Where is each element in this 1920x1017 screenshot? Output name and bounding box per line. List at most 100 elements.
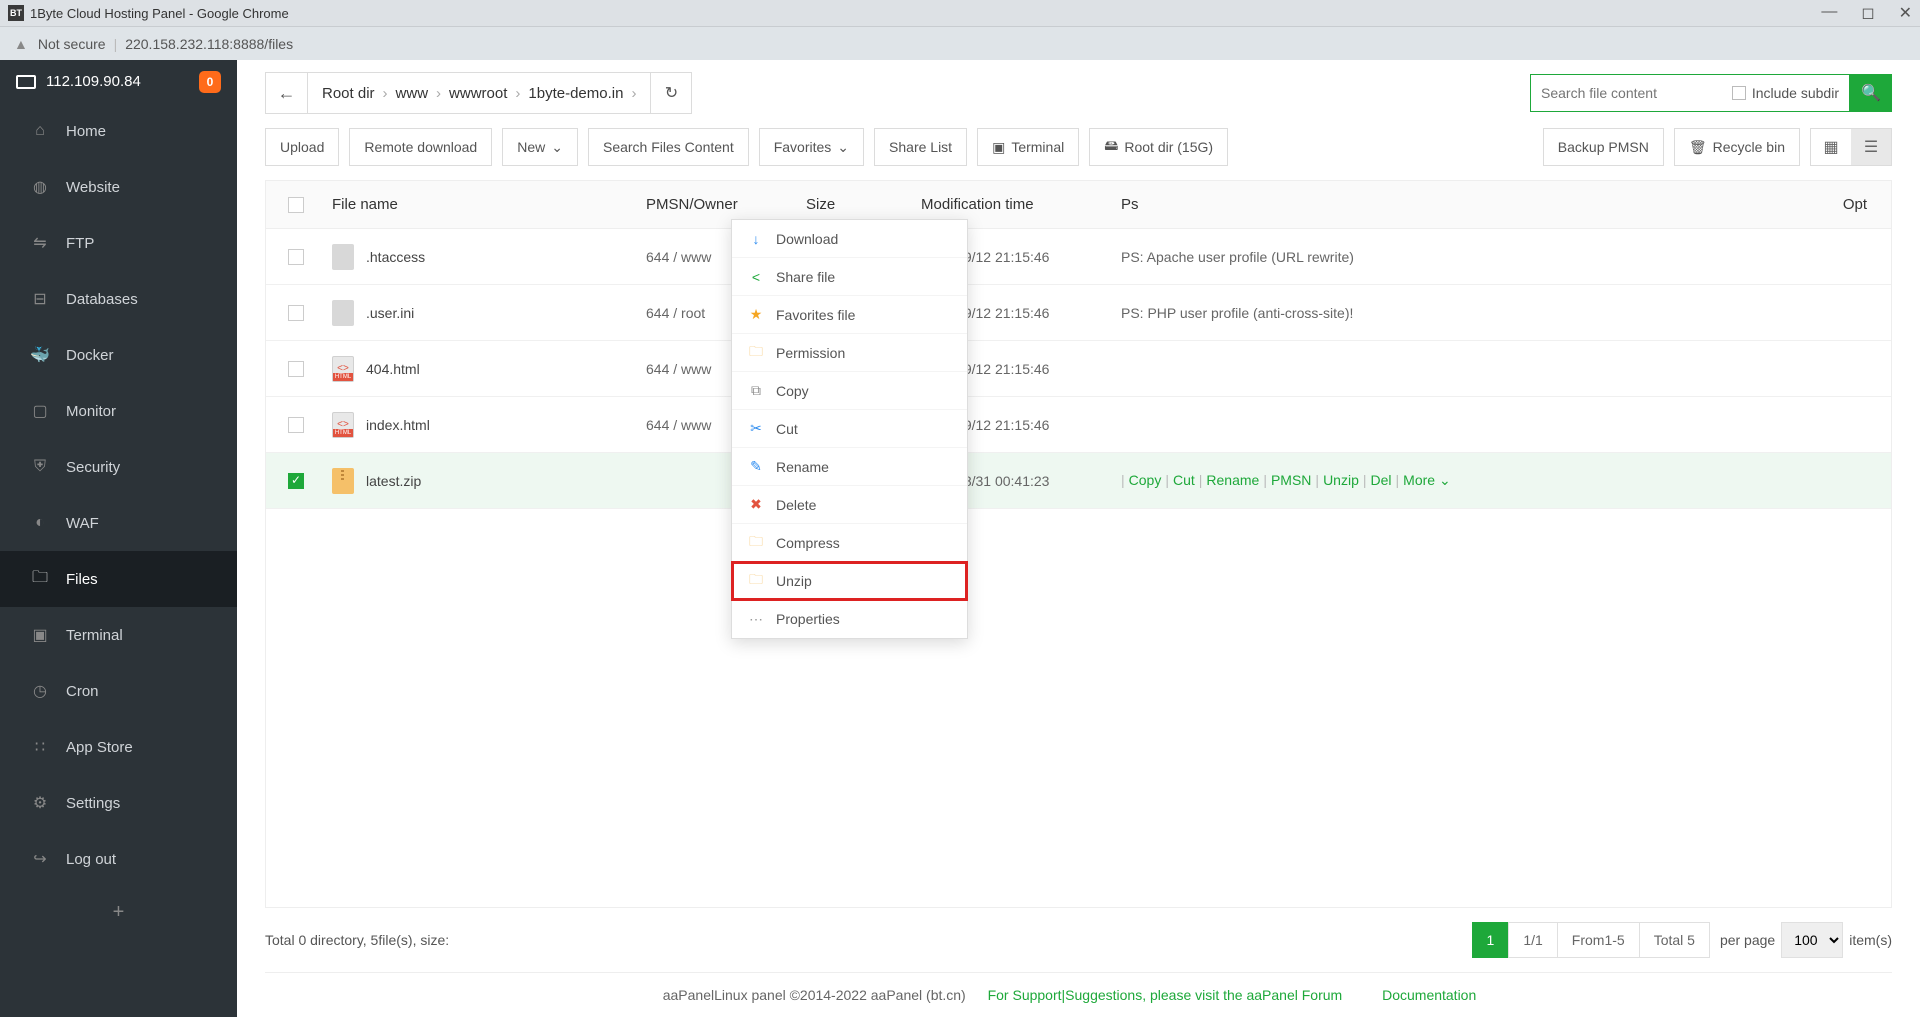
row-checkbox[interactable] bbox=[288, 417, 304, 433]
sidebar-item-label: Monitor bbox=[66, 403, 116, 420]
status-summary: Total 0 directory, 5file(s), size: bbox=[265, 932, 449, 948]
context-item-favorites-file[interactable]: ★Favorites file bbox=[732, 296, 967, 334]
select-all-checkbox[interactable] bbox=[288, 197, 304, 213]
sidebar-item-security[interactable]: ⛨Security bbox=[0, 439, 237, 495]
sidebar-item-ftp[interactable]: ⇋FTP bbox=[0, 215, 237, 271]
favorites-button[interactable]: Favorites⌄ bbox=[759, 128, 864, 166]
sidebar-item-label: Home bbox=[66, 123, 106, 140]
sidebar-item-label: App Store bbox=[66, 739, 133, 756]
action-cut[interactable]: Cut bbox=[1173, 472, 1195, 489]
breadcrumb-segment[interactable]: Root dir bbox=[322, 85, 375, 102]
sidebar-item-label: Security bbox=[66, 459, 120, 476]
context-item-permission[interactable]: 🗀Permission bbox=[732, 334, 967, 372]
sidebar-item-databases[interactable]: ⊟Databases bbox=[0, 271, 237, 327]
action-copy[interactable]: Copy bbox=[1129, 472, 1162, 489]
table-row[interactable]: index.html 644 / www 1.09 KB 2022/09/12 … bbox=[266, 397, 1891, 453]
row-checkbox[interactable] bbox=[288, 361, 304, 377]
home-icon: ⌂ bbox=[30, 122, 50, 140]
sidebar-item-label: WAF bbox=[66, 515, 99, 532]
footer-docs-link[interactable]: Documentation bbox=[1382, 987, 1476, 1003]
permission-icon: 🗀 bbox=[748, 341, 764, 365]
sidebar-item-terminal[interactable]: ▣Terminal bbox=[0, 607, 237, 663]
notification-badge[interactable]: 0 bbox=[199, 71, 221, 93]
breadcrumb-segment[interactable]: www bbox=[396, 85, 429, 102]
new-button[interactable]: New⌄ bbox=[502, 128, 578, 166]
files-icon: 🗀 bbox=[30, 566, 50, 593]
row-checkbox[interactable] bbox=[288, 473, 304, 489]
sidebar-item-label: Files bbox=[66, 571, 98, 588]
sidebar-item-app-store[interactable]: ∷ App Store bbox=[0, 719, 237, 775]
share-list-button[interactable]: Share List bbox=[874, 128, 967, 166]
search-files-button[interactable]: Search Files Content bbox=[588, 128, 749, 166]
sidebar-item-website[interactable]: ◍Website bbox=[0, 159, 237, 215]
maximize-icon[interactable]: ◻ bbox=[1861, 3, 1874, 23]
trash-icon: 🗑 bbox=[1689, 139, 1707, 156]
context-item-delete[interactable]: ✖Delete bbox=[732, 486, 967, 524]
breadcrumb-segment[interactable]: wwwroot bbox=[449, 85, 507, 102]
terminal-button[interactable]: ▣Terminal bbox=[977, 128, 1079, 166]
sidebar-item-waf[interactable]: ◐WAF bbox=[0, 495, 237, 551]
view-toggle: ▦ ☰ bbox=[1810, 128, 1892, 166]
sidebar-item-settings[interactable]: ⚙Settings bbox=[0, 775, 237, 831]
sidebar-item-files[interactable]: 🗀 Files bbox=[0, 551, 237, 607]
footer-support-link[interactable]: For Support|Suggestions, please visit th… bbox=[988, 987, 1343, 1003]
col-header-mod[interactable]: Modification time bbox=[921, 196, 1121, 213]
row-checkbox[interactable] bbox=[288, 249, 304, 265]
row-checkbox[interactable] bbox=[288, 305, 304, 321]
sidebar-item-monitor[interactable]: ▢Monitor bbox=[0, 383, 237, 439]
sidebar-add-button[interactable]: + bbox=[0, 887, 237, 938]
recycle-bin-button[interactable]: 🗑Recycle bin bbox=[1674, 128, 1800, 166]
col-header-size[interactable]: Size bbox=[806, 196, 921, 213]
action-del[interactable]: Del bbox=[1371, 472, 1392, 489]
context-item-compress[interactable]: 🗀Compress bbox=[732, 524, 967, 562]
list-view-button[interactable]: ☰ bbox=[1851, 129, 1891, 165]
sidebar-item-label: Terminal bbox=[66, 627, 123, 644]
context-item-share-file[interactable]: <Share file bbox=[732, 258, 967, 296]
action-more[interactable]: More ⌄ bbox=[1403, 472, 1451, 489]
include-subdir-checkbox[interactable] bbox=[1732, 86, 1746, 100]
file-name: .htaccess bbox=[366, 249, 425, 265]
url-text[interactable]: 220.158.232.118:8888/files bbox=[125, 36, 293, 52]
context-item-rename[interactable]: ✎Rename bbox=[732, 448, 967, 486]
action-unzip[interactable]: Unzip bbox=[1323, 472, 1359, 489]
upload-button[interactable]: Upload bbox=[265, 128, 339, 166]
root-dir-button[interactable]: 🖴Root dir (15G) bbox=[1089, 128, 1228, 166]
context-item-unzip[interactable]: 🗀Unzip bbox=[732, 562, 967, 600]
table-row[interactable]: .htaccess 644 / www 1 B 2022/09/12 21:15… bbox=[266, 229, 1891, 285]
table-row[interactable]: latest.zip 21.72 MB 2022/08/31 00:41:23 … bbox=[266, 453, 1891, 509]
window-title: 1Byte Cloud Hosting Panel - Google Chrom… bbox=[30, 6, 289, 21]
download-icon: ↓ bbox=[748, 231, 764, 247]
breadcrumb-segment[interactable]: 1byte-demo.in bbox=[528, 85, 623, 102]
refresh-button[interactable]: ↻ bbox=[650, 72, 692, 114]
col-header-name[interactable]: File name bbox=[326, 196, 646, 213]
search-button[interactable]: 🔍 bbox=[1850, 74, 1892, 112]
page-current[interactable]: 1 bbox=[1472, 922, 1510, 958]
sidebar-item-cron[interactable]: ◷Cron bbox=[0, 663, 237, 719]
context-item-copy[interactable]: ⧉Copy bbox=[732, 372, 967, 410]
col-header-ps[interactable]: Ps bbox=[1121, 196, 1811, 213]
grid-view-button[interactable]: ▦ bbox=[1811, 129, 1851, 165]
sidebar-item-log-out[interactable]: ↪Log out bbox=[0, 831, 237, 887]
chevron-down-icon: ⌄ bbox=[837, 139, 849, 156]
perpage-select[interactable]: 100 bbox=[1781, 922, 1843, 958]
remote-download-button[interactable]: Remote download bbox=[349, 128, 492, 166]
breadcrumb-separator: › bbox=[631, 85, 636, 102]
action-pmsn[interactable]: PMSN bbox=[1271, 472, 1311, 489]
col-header-pmsn[interactable]: PMSN/Owner bbox=[646, 196, 806, 213]
sidebar-item-docker[interactable]: 🐳Docker bbox=[0, 327, 237, 383]
action-rename[interactable]: Rename bbox=[1206, 472, 1259, 489]
back-button[interactable]: ← bbox=[266, 73, 308, 113]
app store-icon: ∷ bbox=[30, 737, 50, 757]
context-item-cut[interactable]: ✂Cut bbox=[732, 410, 967, 448]
table-row[interactable]: .user.ini 644 / root 46 B 2022/09/12 21:… bbox=[266, 285, 1891, 341]
page-total: 1/1 bbox=[1508, 922, 1557, 958]
table-row[interactable]: 404.html 644 / www 488 B 2022/09/12 21:1… bbox=[266, 341, 1891, 397]
backup-pmsn-button[interactable]: Backup PMSN bbox=[1543, 128, 1664, 166]
sidebar-item-home[interactable]: ⌂ Home bbox=[0, 103, 237, 159]
context-item-download[interactable]: ↓Download bbox=[732, 220, 967, 258]
context-item-properties[interactable]: ⋯Properties bbox=[732, 600, 967, 638]
close-icon[interactable]: ✕ bbox=[1899, 3, 1912, 23]
minimize-icon[interactable]: ― bbox=[1821, 3, 1837, 23]
security-label: Not secure bbox=[38, 36, 106, 52]
search-input[interactable] bbox=[1541, 85, 1732, 101]
